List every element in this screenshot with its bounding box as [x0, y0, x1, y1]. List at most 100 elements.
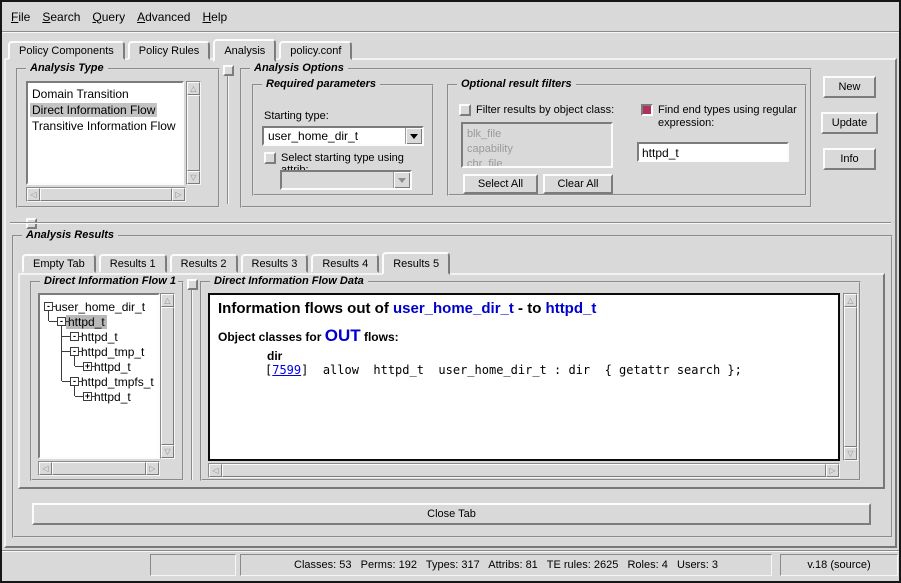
scroll-right-button[interactable] — [826, 464, 839, 477]
analysis-type-listbox[interactable]: Domain Transition Direct Information Flo… — [26, 81, 184, 185]
scroll-up-button[interactable] — [844, 294, 857, 307]
menu-help[interactable]: Help — [202, 10, 227, 24]
tree-expander-icon[interactable]: - — [44, 302, 53, 311]
tree-node-label-selected[interactable]: httpd_t — [66, 315, 107, 329]
scroll-right-button[interactable] — [172, 188, 185, 201]
tree-row[interactable]: + httpd_t — [40, 359, 158, 374]
object-class-checkbox[interactable] — [459, 104, 471, 116]
tab-results-1[interactable]: Results 1 — [99, 254, 167, 273]
tree-row[interactable]: + httpd_t — [40, 389, 158, 404]
flow-data-textarea[interactable]: Information flows out of user_home_dir_t… — [208, 293, 840, 461]
scroll-up-button[interactable] — [161, 294, 174, 307]
clear-all-button[interactable]: Clear All — [543, 174, 613, 194]
analysis-type-hscrollbar[interactable] — [26, 187, 186, 202]
tree-connector — [75, 396, 83, 397]
flow-data-group-label: Direct Information Flow Data — [210, 275, 368, 287]
scrollbar-thumb[interactable] — [187, 95, 200, 171]
scroll-down-button[interactable] — [187, 171, 200, 184]
regex-input[interactable] — [639, 145, 787, 161]
tree-row[interactable]: - httpd_tmp_t — [40, 344, 158, 359]
tree-node-label[interactable]: httpd_tmp_t — [79, 345, 146, 359]
scroll-right-button[interactable] — [146, 462, 159, 475]
list-item-selected[interactable]: Direct Information Flow — [30, 102, 180, 118]
rule-number-link[interactable]: 7599 — [272, 363, 301, 377]
tree-hscrollbar[interactable] — [38, 461, 160, 476]
menu-file[interactable]: File — [11, 10, 30, 24]
data-vscrollbar[interactable] — [843, 293, 858, 461]
tree-node-label[interactable]: user_home_dir_t — [53, 300, 147, 314]
attrib-checkbox[interactable] — [264, 152, 276, 164]
rule-line: [7599] allow httpd_t user_home_dir_t : d… — [265, 363, 830, 377]
scroll-left-button[interactable] — [27, 188, 40, 201]
flow-tree[interactable]: - user_home_dir_t - httpd_t — [38, 293, 160, 459]
new-button[interactable]: New — [823, 76, 876, 98]
starting-type-combobox[interactable]: user_home_dir_t — [262, 126, 424, 146]
list-item: blk_file — [465, 127, 609, 142]
close-tab-button[interactable]: Close Tab — [32, 503, 871, 525]
tab-empty[interactable]: Empty Tab — [22, 254, 96, 273]
flow-tree-group: Direct Information Flow 1 - user_home_di… — [30, 281, 184, 481]
data-hscrollbar[interactable] — [208, 463, 840, 478]
menu-advanced[interactable]: Advanced — [137, 10, 190, 24]
tab-results-2[interactable]: Results 2 — [170, 254, 238, 273]
tab-policy-conf[interactable]: policy.conf — [279, 41, 352, 60]
tree-node-label[interactable]: httpd_t — [79, 330, 120, 344]
triangle-down-icon — [847, 450, 853, 458]
results-page: Direct Information Flow 1 - user_home_di… — [18, 273, 885, 489]
tree-vscrollbar[interactable] — [160, 293, 175, 459]
tree-expander-icon[interactable]: - — [70, 347, 79, 356]
required-parameters-group-label: Required parameters — [262, 78, 380, 90]
pane-sash-handle[interactable] — [223, 65, 234, 76]
flow-heading: Information flows out of user_home_dir_t… — [218, 300, 830, 317]
pane-sash[interactable] — [10, 222, 891, 224]
combo-dropdown-button[interactable] — [405, 128, 422, 144]
list-item[interactable]: Domain Transition — [30, 86, 180, 102]
tab-policy-rules[interactable]: Policy Rules — [128, 41, 211, 60]
tree-row[interactable]: - user_home_dir_t — [40, 299, 158, 314]
tree-expander-icon[interactable]: + — [83, 362, 92, 371]
tree-row[interactable]: - httpd_t — [40, 314, 158, 329]
tree-node-label[interactable]: httpd_t — [92, 360, 133, 374]
menu-query[interactable]: Query — [92, 10, 125, 24]
tree-expander-icon[interactable]: - — [57, 317, 66, 326]
scrollbar-thumb[interactable] — [52, 462, 146, 475]
tab-results-4[interactable]: Results 4 — [311, 254, 379, 273]
scroll-left-button[interactable] — [39, 462, 52, 475]
scroll-left-button[interactable] — [209, 464, 222, 477]
tree-expander-icon[interactable]: + — [83, 392, 92, 401]
tree-node-label[interactable]: httpd_tmpfs_t — [79, 375, 156, 389]
tree-row[interactable]: - httpd_tmpfs_t — [40, 374, 158, 389]
scroll-up-button[interactable] — [187, 82, 200, 95]
select-all-button[interactable]: Select All — [463, 174, 538, 194]
scroll-down-button[interactable] — [844, 447, 857, 460]
statusbar-version: v.18 (source) — [780, 554, 898, 576]
tree-node-label[interactable]: httpd_t — [92, 390, 133, 404]
chevron-down-icon — [398, 178, 406, 183]
list-item: chr_file — [465, 157, 609, 168]
scrollbar-thumb[interactable] — [40, 188, 172, 201]
tree-row[interactable]: - httpd_t — [40, 329, 158, 344]
update-button[interactable]: Update — [821, 112, 878, 134]
scrollbar-thumb[interactable] — [844, 307, 857, 447]
scrollbar-thumb[interactable] — [161, 307, 174, 445]
tab-policy-components[interactable]: Policy Components — [8, 41, 125, 60]
tab-analysis[interactable]: Analysis — [213, 39, 276, 62]
pane-sash-handle[interactable] — [187, 279, 198, 290]
tab-results-3[interactable]: Results 3 — [241, 254, 309, 273]
regex-checkbox-row: Find end types using regular expression: — [641, 104, 801, 130]
pane-sash[interactable] — [227, 76, 229, 204]
tree-expander-icon[interactable]: - — [70, 332, 79, 341]
list-item[interactable]: Transitive Information Flow — [30, 118, 180, 134]
regex-checkbox-checked[interactable] — [641, 104, 653, 116]
analysis-type-group-label: Analysis Type — [26, 62, 108, 74]
required-parameters-group: Required parameters Starting type: user_… — [252, 84, 434, 196]
tree-expander-icon[interactable]: - — [70, 377, 79, 386]
analysis-type-vscrollbar[interactable] — [186, 81, 201, 185]
scrollbar-thumb[interactable] — [222, 464, 826, 477]
triangle-right-icon — [175, 191, 181, 199]
scroll-down-button[interactable] — [161, 445, 174, 458]
info-button[interactable]: Info — [823, 148, 876, 170]
tab-results-5[interactable]: Results 5 — [382, 252, 450, 275]
pane-sash[interactable] — [191, 290, 193, 480]
menu-search[interactable]: Search — [42, 10, 80, 24]
